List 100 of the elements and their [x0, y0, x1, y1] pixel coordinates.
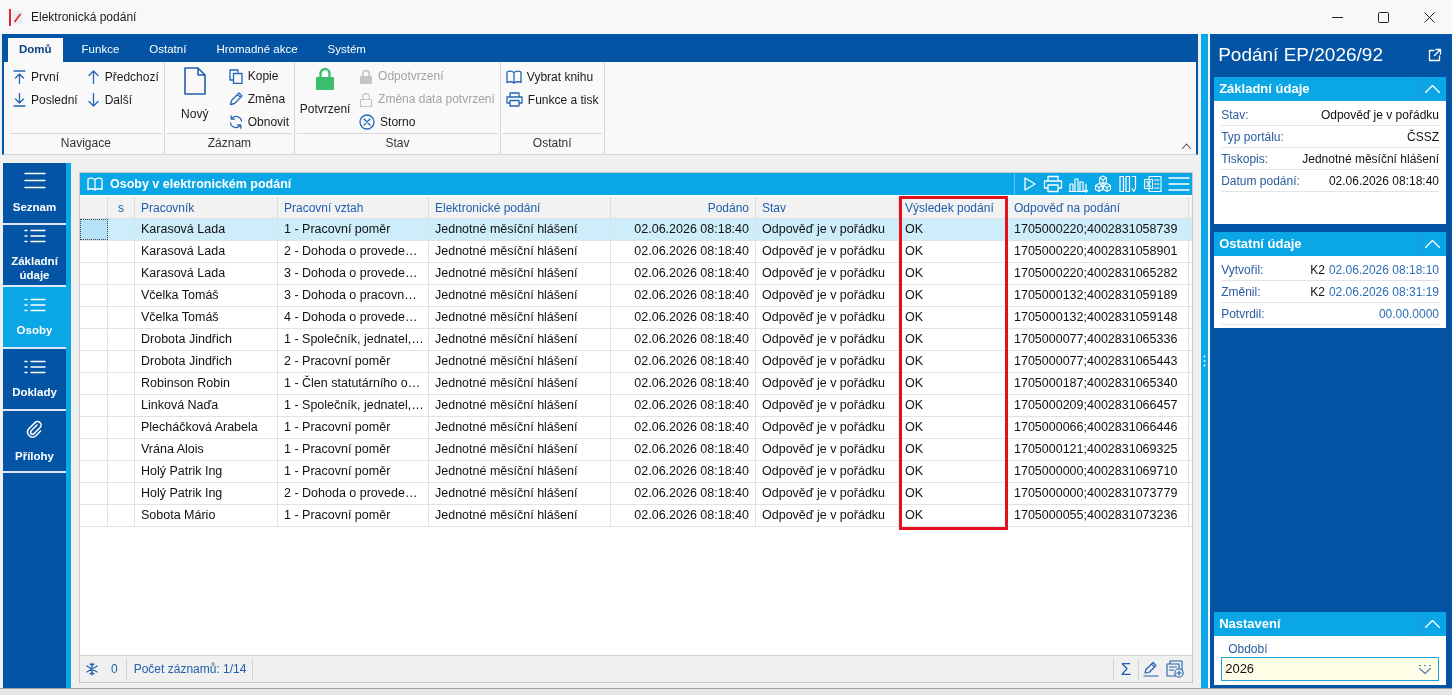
column-header[interactable]: Stav [762, 198, 786, 217]
maximize-icon [1377, 11, 1389, 23]
snowflake-icon[interactable] [85, 662, 99, 676]
book-icon [505, 69, 522, 84]
table-cell-text: OK [905, 419, 924, 437]
cubes-icon[interactable] [1093, 175, 1113, 193]
table-row[interactable]: Linková Naďa 1 - Společník, jednatel,… Jednotné měsíční hlášení 02.06.2026 08:18:40 Odpověď je v pořádku OK 1705000209;4002831066457 [80, 395, 1192, 417]
table-row[interactable]: Drobota Jindřich 2 - Pracovní poměr Jednotné měsíční hlášení 02.06.2026 08:18:40 Odpověď je v pořádku OK 1705000077;4002831065443 [80, 351, 1192, 373]
ribbon-tab[interactable]: Funkce [70, 38, 131, 62]
add-document-icon[interactable] [1166, 660, 1184, 678]
column-header[interactable]: s [118, 198, 124, 217]
column-header[interactable]: Pracovní vztah [284, 198, 364, 217]
table-cell-text: 1705000187;4002831065340 [1014, 375, 1178, 393]
table-cell-text: 02.06.2026 08:18:40 [634, 243, 749, 261]
table-row[interactable]: Drobota Jindřich 1 - Společník, jednatel,… Jednotné měsíční hlášení 02.06.2026 08:18:40 Odpověď je v pořádku OK 1705000077;4002831065336 [80, 329, 1192, 351]
table-cell-text: OK [905, 287, 924, 305]
lock-icon [359, 91, 374, 107]
table-cell-text: 1 - Pracovní poměr [284, 419, 391, 437]
cancel-button[interactable]: Storno [358, 110, 496, 133]
table-cell-text: 1 - Pracovní poměr [284, 507, 391, 525]
field-value: ČSSZ [1407, 128, 1439, 146]
ribbon-tab[interactable]: Systém [316, 38, 377, 62]
table-row[interactable]: Karasová Lada 1 - Pracovní poměr Jednotné měsíční hlášení 02.06.2026 08:18:40 Odpověď je v pořádku OK 1705000220;4002831058739 [80, 219, 1192, 241]
column-header[interactable]: Elektronické podání [435, 198, 541, 217]
next-button[interactable]: Další [85, 88, 160, 111]
row-selector[interactable] [80, 219, 108, 240]
table-cell-text: 1705000077;4002831065443 [1014, 353, 1178, 371]
table-cell-text: 2 - Dohoda o provede… [284, 485, 418, 503]
edit-button[interactable]: Změna [227, 87, 291, 111]
table-cell-text: Jednotné měsíční hlášení [435, 287, 578, 305]
select-book-button[interactable]: Vybrat knihu [504, 65, 600, 88]
table-cell-text: Jednotné měsíční hlášení [435, 331, 578, 349]
table-row[interactable]: Včelka Tomáš 4 - Dohoda o provede… Jednotné měsíční hlášení 02.06.2026 08:18:40 Odpověď je v pořádku OK 1705000132;4002831059148 [80, 307, 1192, 329]
table-cell-text: OK [905, 463, 924, 481]
arrow-up-icon [86, 69, 100, 84]
table-title: Osoby v elektronickém podání [110, 175, 292, 193]
table-cell-text: Karasová Lada [141, 243, 226, 261]
table-row[interactable]: Holý Patrik Ing 1 - Pracovní poměr Jednotné měsíční hlášení 02.06.2026 08:18:40 Odpověď je v pořádku OK 1705000000;4002831069710 [80, 461, 1192, 483]
table-cell-text: Karasová Lada [141, 265, 226, 283]
table-cell-text: 02.06.2026 08:18:40 [634, 331, 749, 349]
table-cell-text: Odpověď je v pořádku [762, 485, 886, 503]
group-label: Stav [297, 133, 498, 152]
period-dropdown[interactable]: 2026 [1221, 657, 1439, 681]
field-label: Období [1227, 642, 1269, 657]
field-label: Vytvořil: [1221, 261, 1264, 279]
pencil-icon[interactable] [1143, 661, 1159, 677]
sum-button[interactable]: Σ [1114, 658, 1138, 680]
table-row[interactable]: Robinson Robin 1 - Člen statutárního o… Jednotné měsíční hlášení 02.06.2026 08:18:40 Odpověď je v pořádku OK 1705000187;4002831065340 [80, 373, 1192, 395]
table-row[interactable]: Včelka Tomáš 3 - Dohoda o pracovn… Jednotné měsíční hlášení 02.06.2026 08:18:40 Odpověď je v pořádku OK 1705000132;4002831059189 [80, 285, 1192, 307]
ribbon-tab[interactable]: Ostatní [138, 38, 198, 62]
table-row[interactable]: Sobota Mário 1 - Pracovní poměr Jednotné měsíční hlášení 02.06.2026 08:18:40 Odpověď je v pořádku OK 1705000055;4002831073236 [80, 505, 1192, 527]
copy-icon [228, 68, 243, 84]
new-button[interactable]: Nový [168, 65, 221, 131]
table-cell-text: 02.06.2026 08:18:40 [634, 441, 749, 459]
previous-button[interactable]: Předchozí [85, 65, 160, 88]
splitter-grip-icon[interactable] [1203, 355, 1207, 367]
spreadsheet-icon[interactable] [1143, 175, 1163, 193]
table-cell-text: OK [905, 243, 924, 261]
copy-button[interactable]: Kopie [227, 65, 291, 88]
table-cell-text: 02.06.2026 08:18:40 [634, 221, 749, 239]
table-cell-text: 1 - Pracovní poměr [284, 463, 391, 481]
ribbon-tab[interactable]: Hromadné akce [205, 38, 309, 62]
arrow-to-top-icon [13, 69, 26, 84]
menu-icon[interactable] [1168, 176, 1190, 192]
lock-icon [316, 67, 335, 90]
table-cell-text: Jednotné měsíční hlášení [435, 463, 578, 481]
printer-icon[interactable] [1043, 175, 1063, 193]
columns-icon[interactable] [1118, 175, 1138, 193]
print-button[interactable]: Funkce a tisk [504, 88, 600, 111]
confirm-button[interactable]: Potvrzení [299, 65, 352, 131]
table-cell-text: Odpověď je v pořádku [762, 221, 886, 239]
group-label: Ostatní [502, 133, 602, 152]
bar-chart-icon[interactable] [1068, 175, 1088, 193]
table-row[interactable]: Karasová Lada 3 - Dohoda o provede… Jednotné měsíční hlášení 02.06.2026 08:18:40 Odpověď je v pořádku OK 1705000220;4002831065282 [80, 263, 1192, 285]
column-header[interactable]: Výsledek podání [905, 198, 994, 217]
last-button[interactable]: Poslední [12, 88, 79, 111]
table-row[interactable]: Plecháčková Arabela 1 - Pracovní poměr Jednotné měsíční hlášení 02.06.2026 08:18:40 Odpověď je v pořádku OK 1705000066;4002831066446 [80, 417, 1192, 439]
external-link-icon[interactable] [1428, 48, 1442, 62]
column-header[interactable]: Podáno [707, 198, 749, 217]
table-cell-text: Odpověď je v pořádku [762, 375, 886, 393]
table-row[interactable]: Holý Patrik Ing 2 - Dohoda o provede… Jednotné měsíční hlášení 02.06.2026 08:18:40 Odpověď je v pořádku OK 1705000000;4002831073779 [80, 483, 1192, 505]
column-header[interactable]: Odpověď na podání [1014, 198, 1121, 217]
user-name: K2 [1310, 261, 1325, 279]
table-row[interactable]: Karasová Lada 2 - Dohoda o provede… Jednotné měsíční hlášení 02.06.2026 08:18:40 Odpověď je v pořádku OK 1705000220;4002831058901 [80, 241, 1192, 263]
first-button[interactable]: První [12, 65, 79, 88]
ribbon-tab[interactable]: Domů [8, 38, 63, 62]
table-cell-text: Odpověď je v pořádku [762, 331, 886, 349]
field-value: Odpověď je v pořádku [1320, 106, 1439, 124]
table-cell-text: Drobota Jindřich [141, 353, 232, 371]
menu-icon [23, 172, 46, 189]
dropdown-icon [1418, 663, 1432, 675]
table-row[interactable]: Vrána Alois 1 - Pracovní poměr Jednotné měsíční hlášení 02.06.2026 08:18:40 Odpověď je v pořádku OK 1705000121;4002831069325 [80, 439, 1192, 461]
table-cell-text: Včelka Tomáš [141, 287, 219, 305]
timestamp: 02.06.2026 08:18:10 [1328, 261, 1439, 279]
table-cell-text: 3 - Dohoda o pracovn… [284, 287, 417, 305]
field-value: 02.06.2026 08:18:40 [1328, 172, 1439, 190]
column-header[interactable]: Pracovník [141, 198, 195, 217]
chevron-up-icon[interactable] [1182, 143, 1191, 149]
refresh-button[interactable]: Obnovit [227, 110, 291, 133]
table-cell-text: 02.06.2026 08:18:40 [634, 265, 749, 283]
